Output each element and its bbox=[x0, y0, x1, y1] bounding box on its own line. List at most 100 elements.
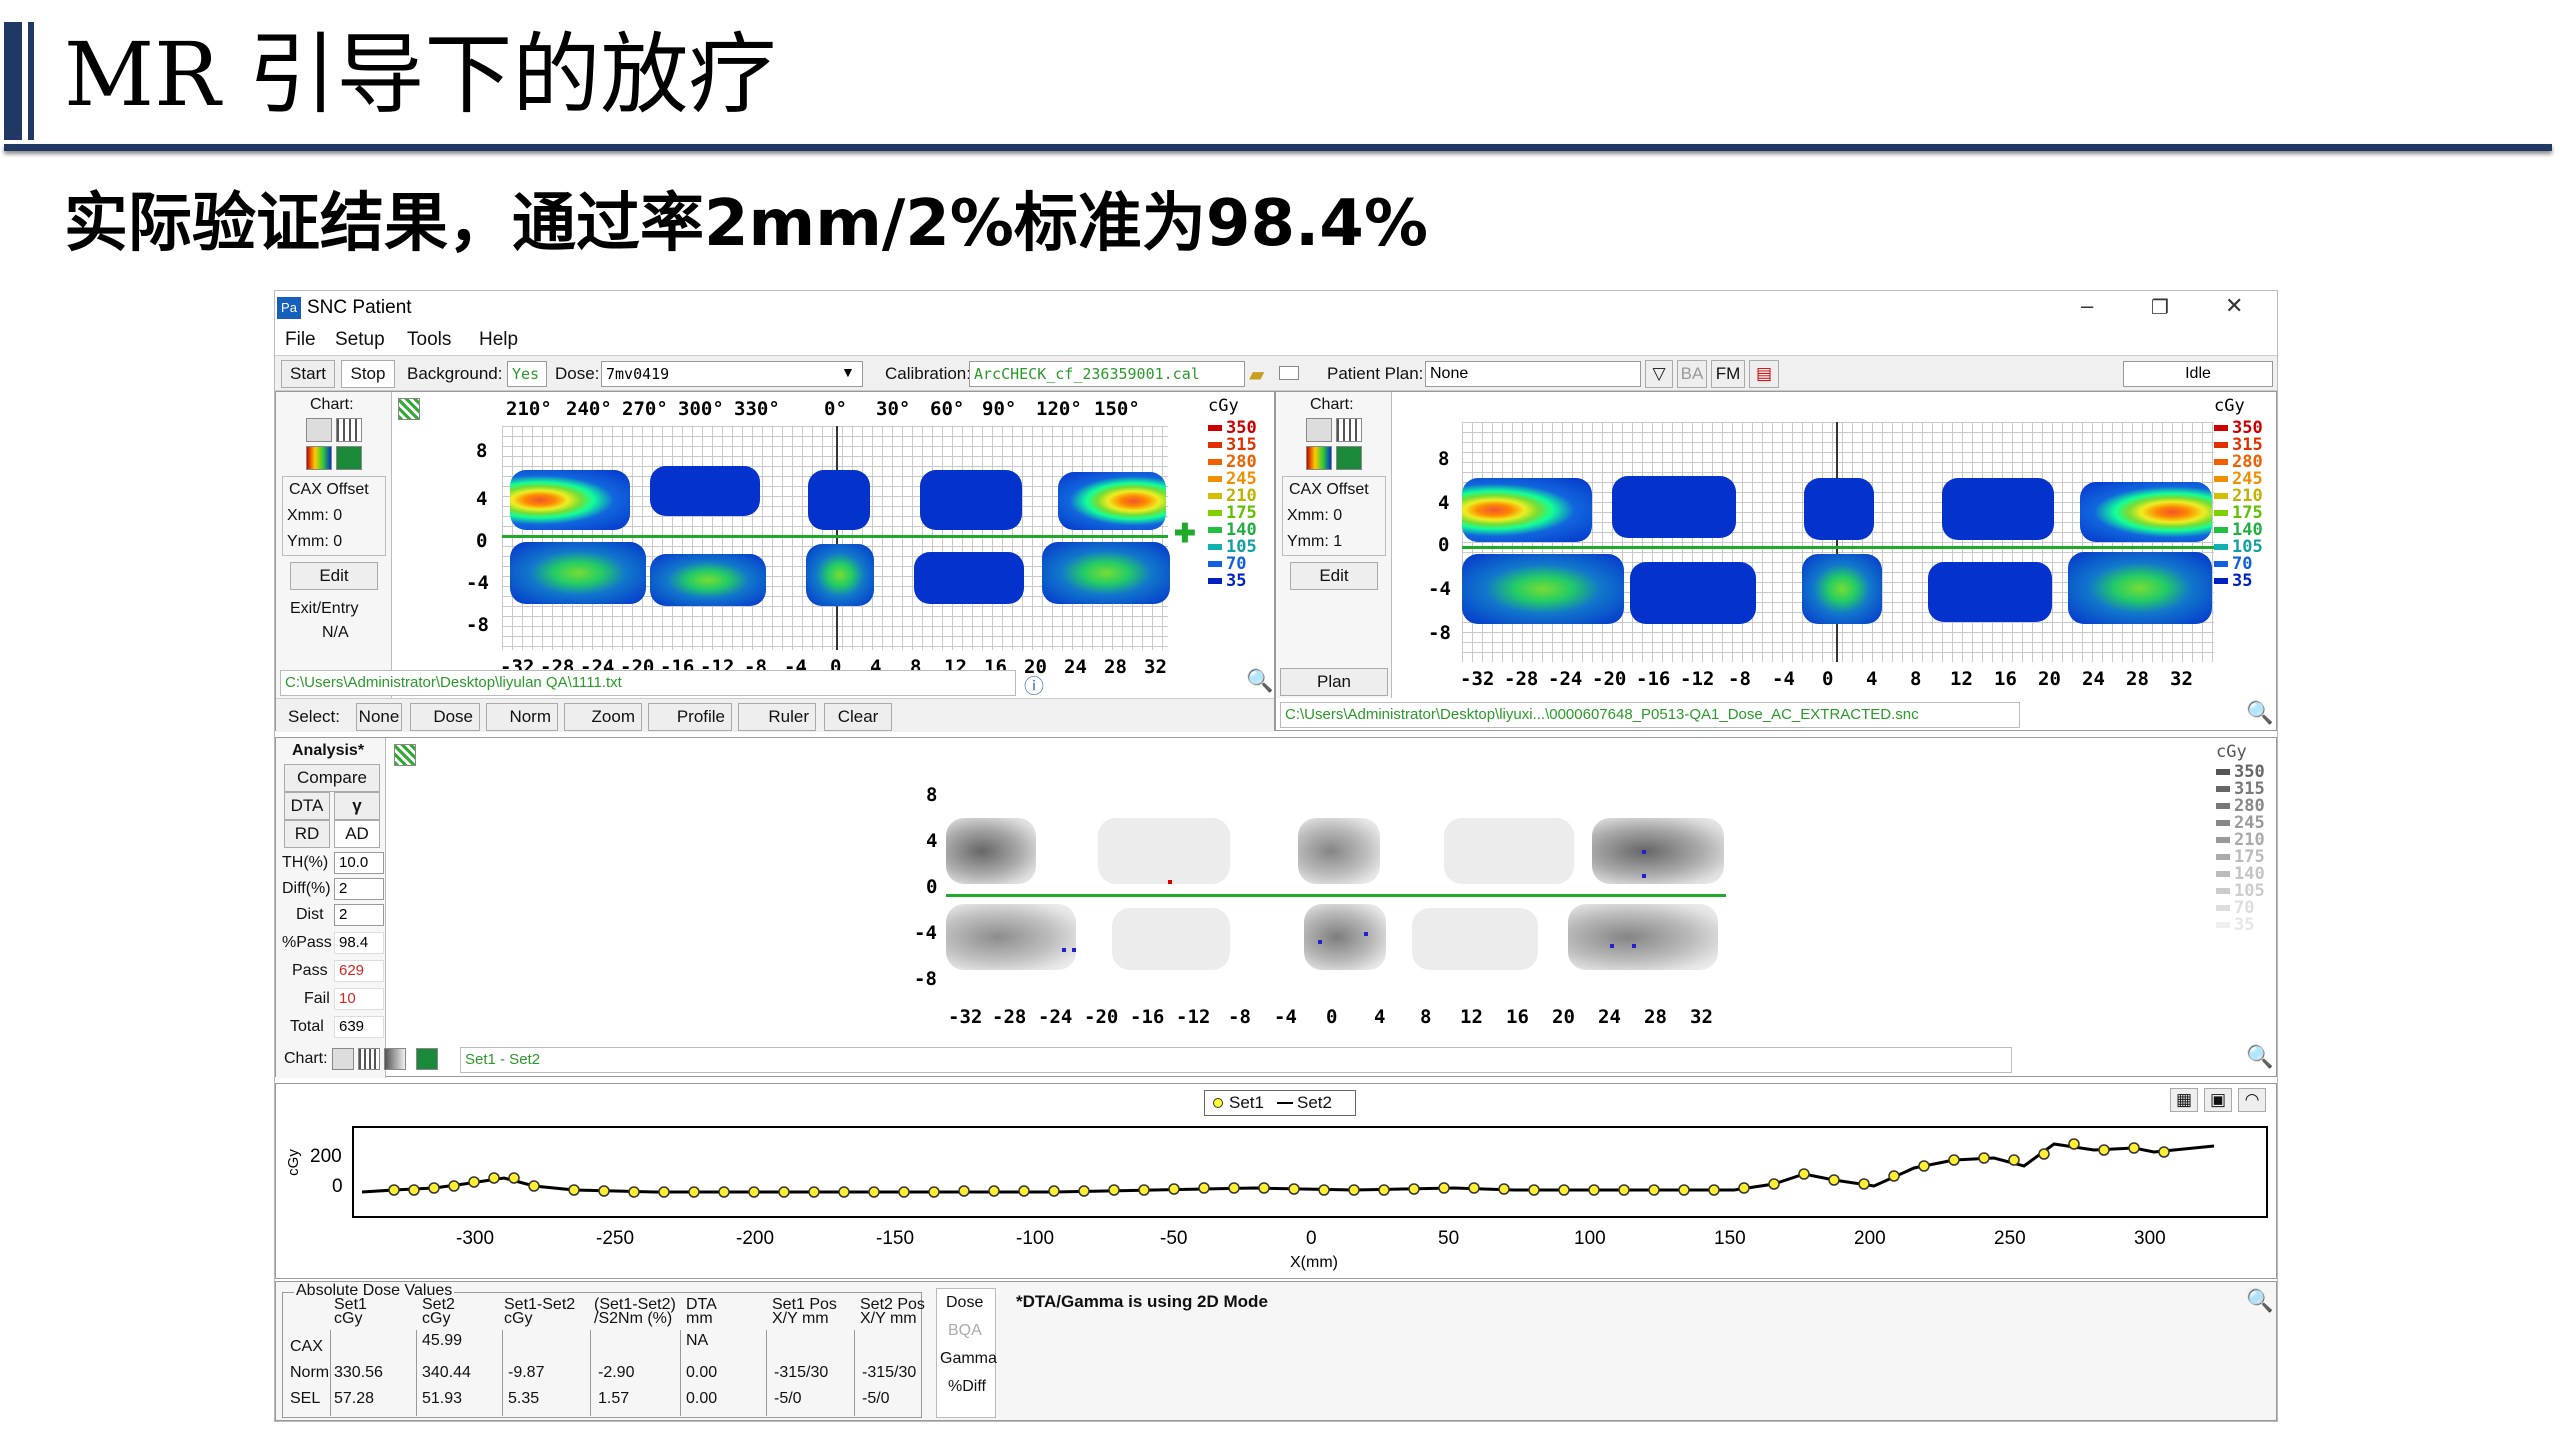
background-field[interactable]: Yes bbox=[507, 361, 547, 387]
col-unit-pos1: X/Y mm bbox=[772, 1310, 829, 1327]
y-tick: 8 bbox=[476, 440, 488, 462]
x-tick: 32 bbox=[2170, 668, 2193, 690]
grid-view-icon[interactable] bbox=[336, 418, 362, 442]
dist-field[interactable]: 2 bbox=[334, 904, 384, 926]
grid-view-icon[interactable] bbox=[1336, 418, 1362, 442]
pdf-icon[interactable]: ▤ bbox=[1749, 360, 1779, 388]
metric-gamma[interactable]: Gamma bbox=[940, 1350, 997, 1368]
zoom-icon[interactable]: 🔍 bbox=[2246, 1044, 2273, 1070]
select-norm-button[interactable]: Norm bbox=[486, 703, 558, 731]
profile-legend: Set1 Set2 bbox=[1204, 1090, 1356, 1116]
measured-file-path[interactable]: C:\Users\Administrator\Desktop\liyulan Q… bbox=[280, 670, 1016, 696]
y-tick: 8 bbox=[1438, 448, 1450, 470]
calibration-field[interactable]: ArcCHECK_cf_236359001.cal bbox=[969, 361, 1245, 387]
plan-button[interactable]: Plan bbox=[1280, 668, 1388, 696]
small-map-icon[interactable] bbox=[398, 398, 420, 420]
x-tick: -20 bbox=[1084, 1006, 1119, 1028]
chart-options-icon[interactable] bbox=[306, 418, 332, 442]
maximize-icon[interactable]: ❐ bbox=[2151, 295, 2169, 320]
fail-point bbox=[1642, 850, 1646, 854]
fm-button[interactable]: FM bbox=[1711, 360, 1745, 388]
threshold-field[interactable]: 10.0 bbox=[334, 852, 384, 874]
diff-field[interactable]: 2 bbox=[334, 878, 384, 900]
menu-file[interactable]: File bbox=[285, 329, 316, 351]
x-tick: 8 bbox=[1910, 668, 1922, 690]
chart-label: Chart: bbox=[1310, 396, 1354, 413]
metric-dose[interactable]: Dose bbox=[946, 1294, 983, 1312]
gamma-map[interactable] bbox=[946, 808, 1726, 976]
select-ruler-button[interactable]: Ruler bbox=[738, 703, 816, 731]
map-icon[interactable] bbox=[1336, 446, 1362, 470]
start-button[interactable]: Start bbox=[281, 360, 335, 388]
compare-button[interactable]: Compare bbox=[284, 764, 380, 792]
select-none-button[interactable]: None bbox=[356, 703, 402, 731]
zoom-icon[interactable]: 🔍 bbox=[2246, 700, 2273, 726]
ymm-value: Ymm: 1 bbox=[1287, 533, 1343, 550]
y-tick: 8 bbox=[926, 784, 938, 806]
dose-region bbox=[1804, 478, 1874, 540]
grid-view-icon[interactable] bbox=[358, 1048, 380, 1070]
menu-setup[interactable]: Setup bbox=[335, 329, 385, 351]
measured-dose-map[interactable] bbox=[502, 426, 1170, 650]
ba-button[interactable]: BA bbox=[1677, 360, 1707, 388]
stop-button[interactable]: Stop bbox=[341, 360, 395, 388]
patient-plan-field[interactable]: None bbox=[1425, 361, 1641, 387]
map-icon[interactable] bbox=[336, 446, 362, 470]
profile-xtick: 150 bbox=[1714, 1228, 1746, 1249]
chart-options-icon[interactable] bbox=[332, 1048, 354, 1070]
frame-icon[interactable]: ▣ bbox=[2204, 1088, 2232, 1112]
crosshair-icon[interactable]: ✚ bbox=[1174, 518, 1196, 549]
edit-button[interactable]: Edit bbox=[1290, 562, 1378, 590]
pass-percent-value: 98.4 bbox=[334, 932, 384, 954]
gray-scale-icon[interactable] bbox=[384, 1048, 406, 1070]
open-folder-icon[interactable]: ▰ bbox=[1249, 362, 1264, 387]
area-icon[interactable]: ◠ bbox=[2238, 1088, 2266, 1112]
metric-pdiff[interactable]: %Diff bbox=[948, 1378, 986, 1396]
profile-plot-area[interactable] bbox=[352, 1126, 2268, 1218]
set1-label: Set1 bbox=[1229, 1093, 1264, 1112]
zoom-icon[interactable]: 🔍 bbox=[1246, 668, 1273, 694]
close-icon[interactable]: ✕ bbox=[2225, 293, 2243, 319]
metric-bqa[interactable]: BQA bbox=[948, 1322, 982, 1340]
edit-button[interactable]: Edit bbox=[290, 562, 378, 590]
y-tick: 4 bbox=[1438, 492, 1450, 514]
angle-label: 330° bbox=[734, 398, 780, 420]
menu-tools[interactable]: Tools bbox=[407, 329, 451, 351]
comparison-set-field[interactable]: Set1 - Set2 bbox=[460, 1047, 2012, 1073]
select-clear-button[interactable]: Clear bbox=[824, 703, 892, 731]
menu-help[interactable]: Help bbox=[479, 329, 518, 351]
dose-region bbox=[1058, 472, 1166, 530]
chart-type-icon[interactable]: ▦ bbox=[2170, 1088, 2198, 1112]
plan-file-path[interactable]: C:\Users\Administrator\Desktop\liyuxi...… bbox=[1280, 702, 2020, 728]
gamma-region bbox=[1568, 904, 1718, 970]
norm-set1: 330.56 bbox=[334, 1364, 383, 1381]
plan-filter-icon[interactable]: ▽ bbox=[1645, 360, 1673, 388]
x-tick: -12 bbox=[1680, 668, 1715, 690]
select-dose-button[interactable]: Dose bbox=[410, 703, 480, 731]
xmm-value: Xmm: 0 bbox=[1287, 507, 1343, 524]
select-zoom-button[interactable]: Zoom bbox=[564, 703, 642, 731]
analysis-title: Analysis* bbox=[292, 742, 365, 759]
dose-select[interactable]: 7mv0419 bbox=[601, 361, 863, 387]
gamma-button[interactable]: γ bbox=[334, 792, 380, 820]
map-icon[interactable] bbox=[416, 1048, 438, 1070]
chart-options-icon[interactable] bbox=[1306, 418, 1332, 442]
ad-button[interactable]: AD bbox=[334, 820, 380, 848]
dose-dropdown-icon[interactable]: ▼ bbox=[841, 364, 855, 380]
y-tick: 0 bbox=[926, 876, 938, 898]
color-scale-icon[interactable] bbox=[306, 446, 332, 470]
color-scale-icon[interactable] bbox=[1306, 446, 1332, 470]
info-icon[interactable]: ⓘ bbox=[1024, 670, 1044, 699]
plan-dose-map[interactable] bbox=[1462, 422, 2214, 662]
row-label-sel: SEL bbox=[290, 1390, 321, 1407]
dta-button[interactable]: DTA bbox=[284, 792, 330, 820]
rd-button[interactable]: RD bbox=[284, 820, 330, 848]
select-profile-button[interactable]: Profile bbox=[648, 703, 732, 731]
small-map-icon[interactable] bbox=[394, 744, 416, 766]
zoom-icon[interactable]: 🔍 bbox=[2246, 1288, 2273, 1314]
diff-label: Diff(%) bbox=[282, 880, 331, 897]
angle-label: 90° bbox=[982, 398, 1017, 420]
calibration-clear-icon[interactable] bbox=[1279, 366, 1299, 380]
minimize-icon[interactable]: – bbox=[2081, 293, 2093, 319]
x-tick: -28 bbox=[992, 1006, 1027, 1028]
